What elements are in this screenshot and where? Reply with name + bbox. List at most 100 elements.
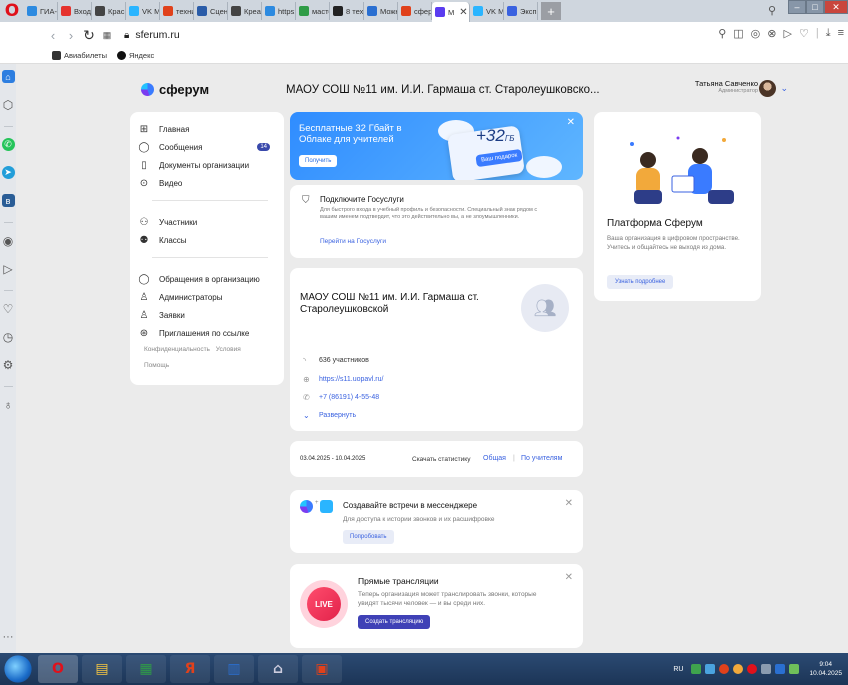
back-button[interactable]: ‹ xyxy=(44,28,62,43)
url-field[interactable]: sferum.ru xyxy=(135,29,179,41)
avatar[interactable] xyxy=(759,80,776,97)
workspace-icon[interactable]: ⬡ xyxy=(2,98,15,112)
sidebar-item[interactable]: ◯ Обращения в организацию xyxy=(130,270,284,288)
player-icon[interactable]: ◉ xyxy=(2,234,15,248)
promo-get-button[interactable]: Получить xyxy=(299,155,338,167)
browser-tab[interactable]: Можн xyxy=(364,2,398,20)
minimize-button[interactable]: – xyxy=(788,0,806,14)
network-icon[interactable] xyxy=(789,664,800,674)
try-button[interactable]: Попробовать xyxy=(343,530,394,544)
reload-button[interactable]: ↻ xyxy=(80,27,98,44)
browser-tab[interactable]: сферу xyxy=(398,2,432,20)
browser-tab[interactable]: VK Ме xyxy=(126,2,160,20)
sidebar-item[interactable]: ⚉ Классы xyxy=(130,231,284,249)
speaker-icon[interactable] xyxy=(761,664,772,674)
create-stream-button[interactable]: Создать трансляцию xyxy=(358,615,431,629)
whatsapp-icon[interactable]: ✆ xyxy=(1,138,15,151)
language-indicator[interactable]: RU xyxy=(673,666,683,673)
opera-logo-icon[interactable]: O xyxy=(0,0,24,22)
tips-icon[interactable]: ♁ xyxy=(2,398,15,412)
camera-icon[interactable]: ◎ xyxy=(751,27,761,40)
tab-close-icon[interactable]: ✕ xyxy=(459,7,467,18)
taskbar-excel[interactable]: ▦ xyxy=(126,655,166,683)
tray-icon[interactable] xyxy=(719,664,730,674)
browser-tab[interactable]: Экспр xyxy=(504,2,538,20)
sidebar-item[interactable]: ⊙ Видео xyxy=(130,174,284,192)
search-icon[interactable]: ⚲ xyxy=(718,27,726,40)
close-icon[interactable]: ✕ xyxy=(567,117,575,128)
sidebar-item[interactable]: ⊞ Главная xyxy=(130,120,284,138)
browser-tab[interactable]: М ✕ xyxy=(432,2,470,22)
menu-icon[interactable]: ≡ xyxy=(838,27,844,40)
taskbar-powerpoint[interactable]: ▣ xyxy=(302,655,342,683)
telegram-icon[interactable]: ➤ xyxy=(1,166,15,179)
close-icon[interactable]: ✕ xyxy=(565,498,573,509)
tray-icon[interactable] xyxy=(775,664,786,674)
clock[interactable]: 9:04 10.04.2025 xyxy=(809,660,842,678)
bookmark-aviabilety[interactable]: Авиабилеты xyxy=(52,51,107,60)
forward-button[interactable]: › xyxy=(62,28,80,43)
tray-icon[interactable] xyxy=(733,664,744,674)
terms-link[interactable]: Условия xyxy=(216,346,241,353)
speed-dial-icon[interactable]: ▦ xyxy=(98,30,116,41)
privacy-link[interactable]: Конфиденциальность xyxy=(144,346,210,353)
group-avatar-icon[interactable]: 👥︎ xyxy=(521,284,569,332)
close-icon[interactable]: ✕ xyxy=(565,572,573,583)
sidebar-item[interactable]: ⊛ Приглашения по ссылке xyxy=(130,324,284,342)
adblock-icon[interactable]: ⊗ xyxy=(767,27,776,40)
learn-more-button[interactable]: Узнать подробнее xyxy=(607,275,674,289)
new-tab-button[interactable]: + xyxy=(541,2,561,20)
user-menu[interactable]: Татьяна Савченко Администратор xyxy=(695,79,758,94)
snapshot-icon[interactable]: ◫ xyxy=(733,27,743,40)
start-button[interactable] xyxy=(4,655,32,683)
phone-row[interactable]: ✆ +7 (86191) 4-55-48 xyxy=(303,393,379,402)
sidebar-item[interactable]: ♙ Заявки xyxy=(130,306,284,324)
tray-icon[interactable] xyxy=(705,664,716,674)
sferum-logo[interactable]: сферум xyxy=(141,82,209,97)
gosuslugi-link[interactable]: Перейти на Госуслуги xyxy=(320,238,386,245)
site-row[interactable]: ⊕ https://s11.uopavl.ru/ xyxy=(303,375,383,384)
browser-tab[interactable]: https: xyxy=(262,2,296,20)
tray-icon[interactable] xyxy=(691,664,702,674)
send-icon[interactable]: ▷ xyxy=(2,262,15,276)
browser-tab[interactable]: Сцено xyxy=(194,2,228,20)
chevron-down-icon[interactable]: ⌄ xyxy=(780,83,788,94)
send-icon[interactable]: ▷ xyxy=(784,27,792,40)
expand-button[interactable]: ⌄ Развернуть xyxy=(303,411,356,420)
vk-icon[interactable]: в xyxy=(1,194,15,207)
bookmark-yandex[interactable]: Яндекс xyxy=(116,51,154,60)
stats-general-link[interactable]: Общая xyxy=(483,455,506,462)
maximize-button[interactable]: □ xyxy=(806,0,824,14)
heart-icon[interactable]: ♡ xyxy=(799,27,809,40)
taskbar-yandex[interactable]: Я xyxy=(170,655,210,683)
sidebar-item[interactable]: ◯ Сообщения 14 xyxy=(130,138,284,156)
window-close-button[interactable]: ✕ xyxy=(824,0,848,14)
tray-icon[interactable] xyxy=(747,664,758,674)
home-icon[interactable]: ⌂ xyxy=(1,70,15,83)
members-row[interactable]: ◝ 636 участников xyxy=(303,356,369,365)
tab-search-icon[interactable]: ⚲ xyxy=(768,4,776,17)
sidebar-item[interactable]: ▯ Документы организации xyxy=(130,156,284,174)
browser-tab[interactable]: ГИА-9 xyxy=(24,2,58,20)
taskbar-explorer[interactable]: ▤ xyxy=(82,655,122,683)
browser-tab[interactable]: техни xyxy=(160,2,194,20)
download-icon[interactable]: ⤓ xyxy=(826,27,831,40)
browser-tab[interactable]: масте xyxy=(296,2,330,20)
lock-icon[interactable]: 🔒︎ xyxy=(124,30,129,41)
settings-icon[interactable]: ⚙ xyxy=(2,358,15,372)
sidebar-item[interactable]: ⚇ Участники xyxy=(130,213,284,231)
browser-tab[interactable]: VK Ме xyxy=(470,2,504,20)
browser-tab[interactable]: 8 техн xyxy=(330,2,364,20)
browser-tab[interactable]: Входя xyxy=(58,2,92,20)
help-link[interactable]: Помощь xyxy=(144,362,169,369)
heart-icon[interactable]: ♡ xyxy=(2,302,15,316)
browser-tab[interactable]: Креат xyxy=(228,2,262,20)
sidebar-item[interactable]: ♙ Администраторы xyxy=(130,288,284,306)
stats-teachers-link[interactable]: По учителям xyxy=(521,455,562,462)
history-icon[interactable]: ◷ xyxy=(2,330,15,344)
stats-date-range[interactable]: 03.04.2025 - 10.04.2025 xyxy=(300,456,365,462)
browser-tab[interactable]: Красн xyxy=(92,2,126,20)
taskbar-word[interactable]: ▥ xyxy=(214,655,254,683)
taskbar-app[interactable]: ⌂ xyxy=(258,655,298,683)
more-icon[interactable]: ··· xyxy=(3,631,14,643)
